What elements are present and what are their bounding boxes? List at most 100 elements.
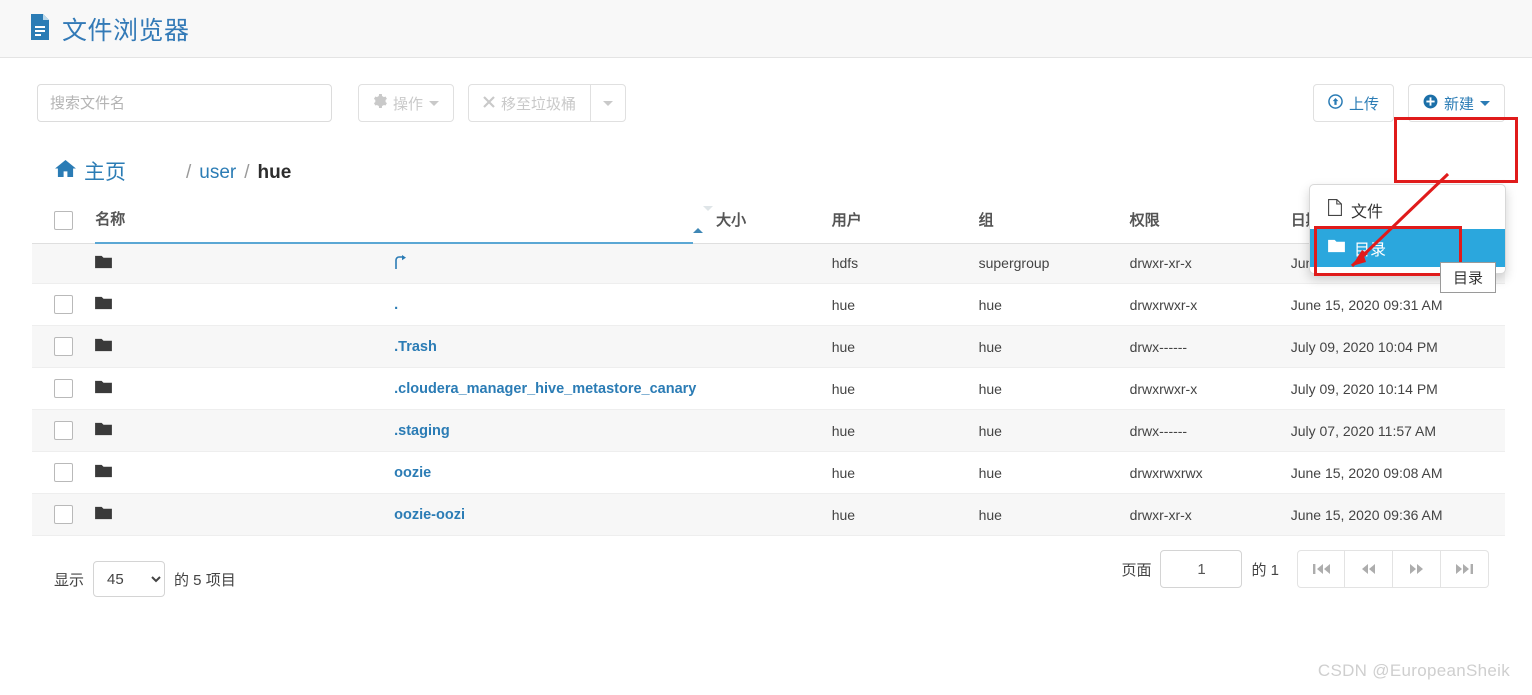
row-folder-icon-cell	[95, 451, 395, 494]
new-button[interactable]: 新建	[1407, 84, 1505, 122]
previous-page-button[interactable]	[1345, 550, 1393, 588]
column-header-permission-label: 权限	[1129, 211, 1160, 229]
folder-icon	[95, 464, 113, 481]
row-permission-cell: drwxrwxr-x	[1129, 367, 1291, 410]
row-checkbox[interactable]	[54, 337, 73, 356]
row-date-cell: July 09, 2020 10:14 PM	[1290, 367, 1505, 410]
move-to-trash-button[interactable]: 移至垃圾桶	[468, 84, 592, 122]
row-checkbox-cell	[32, 325, 96, 368]
row-checkbox[interactable]	[54, 295, 73, 314]
dropdown-item-directory-label: 目录	[1354, 242, 1387, 259]
page-body: 操作 移至垃圾桶	[0, 58, 1532, 695]
table-row[interactable]: .cloudera_manager_hive_metastore_canary …	[32, 367, 1505, 410]
file-list-body: hdfs supergroup drwxr-xr-x June 05, 2020…	[32, 243, 1505, 536]
breadcrumb-separator: /	[244, 161, 250, 183]
column-header-group-label: 组	[978, 211, 994, 229]
next-page-icon	[1410, 564, 1423, 574]
column-header-user-label: 用户	[831, 211, 862, 229]
table-row[interactable]: oozie-oozi hue hue drwxr-xr-x June 15, 2…	[32, 493, 1505, 536]
file-link[interactable]: .staging	[394, 423, 450, 439]
last-page-button[interactable]	[1441, 550, 1489, 588]
page-number-input[interactable]	[1160, 550, 1243, 588]
toolbar-right-group: 上传 新建	[1312, 84, 1505, 122]
row-checkbox[interactable]	[54, 379, 73, 398]
gear-icon	[373, 94, 387, 112]
column-header-user[interactable]: 用户	[831, 196, 979, 244]
pagination: 页面 的 1	[1121, 550, 1489, 588]
table-row[interactable]: oozie hue hue drwxrwxrwx June 15, 2020 0…	[32, 451, 1505, 494]
upload-button-label: 上传	[1348, 95, 1379, 113]
row-size-cell	[692, 493, 832, 536]
folder-icon	[95, 422, 113, 439]
breadcrumb-item-hue[interactable]: hue	[258, 162, 292, 184]
first-page-icon	[1312, 564, 1330, 574]
table-row[interactable]: .Trash hue hue drwx------ July 09, 2020 …	[32, 325, 1505, 368]
row-checkbox[interactable]	[54, 421, 73, 440]
row-date-cell: July 07, 2020 11:57 AM	[1290, 409, 1505, 452]
search-input[interactable]	[37, 84, 332, 122]
next-page-button[interactable]	[1393, 550, 1441, 588]
row-group-cell: hue	[978, 325, 1130, 368]
column-header-permission[interactable]: 权限	[1129, 196, 1291, 244]
table-row[interactable]: . hue hue drwxrwxr-x June 15, 2020 09:31…	[32, 283, 1505, 326]
show-label: 显示	[54, 571, 85, 589]
folder-icon	[1328, 239, 1345, 258]
row-user-cell: hue	[831, 325, 979, 368]
file-link[interactable]: .Trash	[394, 339, 437, 355]
row-permission-cell: drwxrwxr-x	[1129, 283, 1291, 326]
row-checkbox-cell	[32, 493, 96, 536]
row-checkbox[interactable]	[54, 505, 73, 524]
upload-button[interactable]: 上传	[1312, 84, 1394, 122]
chevron-down-icon	[603, 100, 614, 106]
row-checkbox-cell	[32, 283, 96, 326]
file-list-table: 名称 大小 用户 组 权限 日期 hdfs supergroup drwxr-x…	[32, 196, 1505, 536]
row-name-cell[interactable]: oozie-oozi	[394, 493, 693, 536]
column-header-group[interactable]: 组	[978, 196, 1130, 244]
previous-page-icon	[1362, 564, 1375, 574]
row-group-cell: hue	[978, 283, 1130, 326]
first-page-button[interactable]	[1297, 550, 1345, 588]
dropdown-item-file[interactable]: 文件	[1310, 191, 1505, 229]
table-row[interactable]: hdfs supergroup drwxr-xr-x June 05, 2020…	[32, 243, 1505, 284]
select-all-checkbox[interactable]	[54, 210, 73, 230]
times-icon	[483, 95, 495, 112]
row-folder-icon-cell	[95, 243, 395, 284]
row-permission-cell: drwx------	[1129, 409, 1291, 452]
row-size-cell	[692, 451, 832, 494]
row-name-cell[interactable]: .staging	[394, 409, 693, 452]
breadcrumb-home[interactable]: 主页	[55, 156, 126, 186]
actions-button[interactable]: 操作	[358, 84, 455, 122]
watermark: CSDN @EuropeanSheik	[1317, 661, 1510, 680]
row-checkbox-cell	[32, 451, 96, 494]
column-header-size[interactable]: 大小	[692, 196, 832, 244]
file-link[interactable]: .cloudera_manager_hive_metastore_canary	[394, 381, 696, 397]
row-user-cell: hue	[831, 451, 979, 494]
parent-directory-link[interactable]	[394, 255, 407, 272]
row-folder-icon-cell	[95, 283, 395, 326]
column-header-name[interactable]: 名称	[95, 196, 693, 244]
row-folder-icon-cell	[95, 409, 395, 452]
row-name-cell[interactable]: .cloudera_manager_hive_metastore_canary	[394, 367, 696, 410]
row-size-cell	[692, 243, 832, 284]
row-checkbox-cell	[32, 409, 96, 452]
row-group-cell: hue	[978, 367, 1130, 410]
page-size-select[interactable]: 45	[93, 561, 166, 597]
folder-icon	[95, 506, 113, 523]
row-date-cell: July 09, 2020 10:04 PM	[1290, 325, 1505, 368]
table-row[interactable]: .staging hue hue drwx------ July 07, 202…	[32, 409, 1505, 452]
file-link[interactable]: .	[394, 297, 398, 313]
row-name-cell[interactable]: oozie	[394, 451, 693, 494]
row-checkbox[interactable]	[54, 463, 73, 482]
row-name-cell[interactable]	[394, 243, 693, 284]
column-header-name-label: 名称	[95, 211, 126, 228]
row-name-cell[interactable]: .	[394, 283, 693, 326]
trash-options-dropdown-button[interactable]	[590, 84, 627, 122]
row-name-cell[interactable]: .Trash	[394, 325, 693, 368]
move-to-trash-label: 移至垃圾桶	[501, 95, 577, 113]
sort-indicator-icon	[692, 206, 713, 234]
folder-icon	[95, 338, 113, 355]
breadcrumb-item-user[interactable]: user	[199, 162, 236, 184]
file-link[interactable]: oozie-oozi	[394, 507, 465, 523]
row-permission-cell: drwxr-xr-x	[1129, 243, 1291, 284]
file-link[interactable]: oozie	[394, 465, 431, 481]
